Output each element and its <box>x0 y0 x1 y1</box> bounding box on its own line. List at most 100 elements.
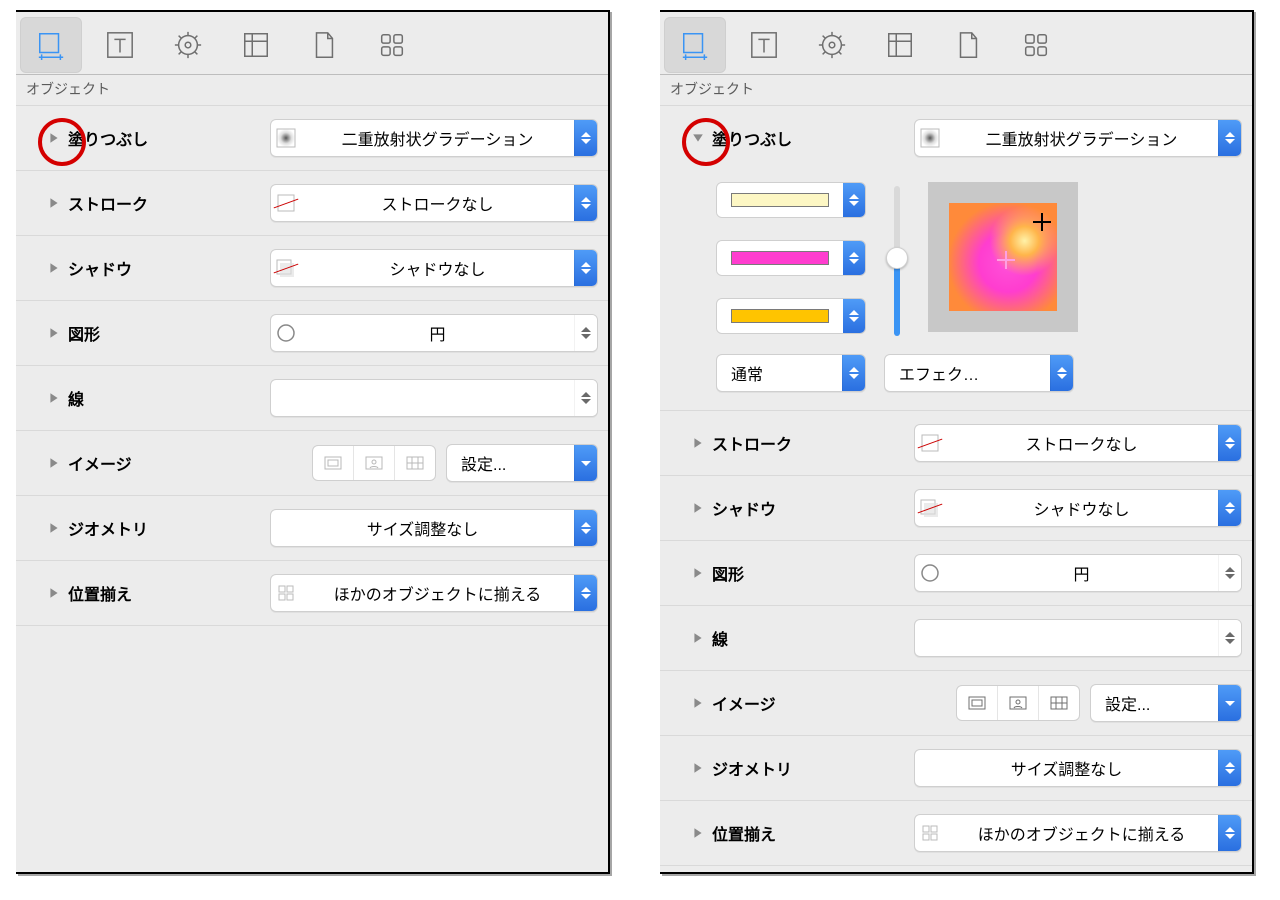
disclosure-fill[interactable] <box>46 130 62 146</box>
tab-document[interactable] <box>938 18 998 72</box>
stepper-icon <box>1218 490 1241 526</box>
radial-gradient-icon <box>915 128 945 148</box>
row-image: イメージ 設定... <box>660 671 1252 736</box>
disclosure-alignment[interactable] <box>690 825 706 841</box>
gradient-color-1[interactable] <box>716 182 866 218</box>
disclosure-line[interactable] <box>46 390 62 406</box>
label-stroke: ストローク <box>712 431 792 455</box>
tab-canvas[interactable] <box>870 18 930 72</box>
disclosure-alignment[interactable] <box>46 585 62 601</box>
gradient-preview-inner <box>949 203 1057 311</box>
tab-grid[interactable] <box>362 18 422 72</box>
stroke-popup[interactable]: ストロークなし <box>270 184 598 222</box>
seg-grid-icon[interactable] <box>395 446 435 480</box>
seg-natural-icon[interactable] <box>313 446 354 480</box>
stepper-icon <box>574 315 597 351</box>
row-fill: 塗りつぶし 二重放射状グラデーション <box>660 106 1252 170</box>
alignment-popup[interactable]: ほかのオブジェクトに揃える <box>270 574 598 612</box>
gradient-preview[interactable] <box>928 182 1078 332</box>
seg-natural-icon[interactable] <box>957 686 998 720</box>
tab-object[interactable] <box>664 17 726 73</box>
line-popup[interactable] <box>914 619 1242 657</box>
row-alignment: 位置揃え ほかのオブジェクトに揃える <box>16 561 608 626</box>
gradient-color-2[interactable] <box>716 240 866 276</box>
stepper-icon <box>1218 120 1241 156</box>
blend-mode-popup[interactable]: 通常 <box>716 354 866 392</box>
tab-text[interactable] <box>734 18 794 72</box>
tab-text[interactable] <box>90 18 150 72</box>
swatch-bar <box>731 193 829 207</box>
image-mask-segmented[interactable] <box>312 445 436 481</box>
label-line: 線 <box>68 386 84 410</box>
image-settings-popup[interactable]: 設定... <box>1090 684 1242 722</box>
gradient-handle-1[interactable] <box>1033 213 1051 231</box>
fill-expanded-area: 通常 エフェク… <box>660 170 1252 411</box>
tab-grid[interactable] <box>1006 18 1066 72</box>
shape-popup[interactable]: 円 <box>914 554 1242 592</box>
tab-canvas[interactable] <box>226 18 286 72</box>
seg-person-icon[interactable] <box>998 686 1039 720</box>
row-fill: 塗りつぶし 二重放射状グラデーション <box>16 106 608 171</box>
alignment-icon <box>915 823 945 843</box>
fill-popup[interactable]: 二重放射状グラデーション <box>270 119 598 157</box>
inspector-tabs <box>660 12 1252 75</box>
disclosure-geometry[interactable] <box>46 520 62 536</box>
seg-person-icon[interactable] <box>354 446 395 480</box>
line-popup[interactable] <box>270 379 598 417</box>
row-geometry: ジオメトリ サイズ調整なし <box>660 736 1252 801</box>
gradient-color-3[interactable] <box>716 298 866 334</box>
row-shape: 図形 円 <box>660 541 1252 606</box>
tab-properties[interactable] <box>158 18 218 72</box>
label-shape: 図形 <box>712 561 744 585</box>
circle-icon <box>271 323 301 343</box>
stepper-icon <box>574 575 597 611</box>
alignment-popup[interactable]: ほかのオブジェクトに揃える <box>914 814 1242 852</box>
disclosure-shadow[interactable] <box>690 500 706 516</box>
row-image: イメージ 設定... <box>16 431 608 496</box>
disclosure-fill-open[interactable] <box>690 130 706 146</box>
stepper-icon <box>1050 355 1073 391</box>
row-stroke: ストローク ストロークなし <box>16 171 608 236</box>
effect-popup[interactable]: エフェク… <box>884 354 1074 392</box>
slider-knob[interactable] <box>886 247 908 269</box>
disclosure-shape[interactable] <box>46 325 62 341</box>
tab-properties[interactable] <box>802 18 862 72</box>
shadow-popup[interactable]: シャドウなし <box>270 249 598 287</box>
label-image: イメージ <box>712 691 776 715</box>
disclosure-shape[interactable] <box>690 565 706 581</box>
gradient-handle-2[interactable] <box>997 251 1015 269</box>
tab-document[interactable] <box>294 18 354 72</box>
circle-icon <box>915 563 945 583</box>
stepper-icon <box>1218 750 1241 786</box>
disclosure-shadow[interactable] <box>46 260 62 276</box>
stepper-icon <box>574 120 597 156</box>
image-mask-segmented[interactable] <box>956 685 1080 721</box>
label-fill: 塗りつぶし <box>712 126 792 150</box>
label-shadow: シャドウ <box>68 256 132 280</box>
geometry-popup[interactable]: サイズ調整なし <box>270 509 598 547</box>
gradient-midpoint-slider[interactable] <box>886 186 908 336</box>
stepper-icon <box>843 241 865 275</box>
label-line: 線 <box>712 626 728 650</box>
disclosure-image[interactable] <box>46 455 62 471</box>
disclosure-stroke[interactable] <box>46 195 62 211</box>
chevron-down-icon <box>574 445 597 481</box>
row-shadow: シャドウ シャドウなし <box>660 476 1252 541</box>
geometry-popup[interactable]: サイズ調整なし <box>914 749 1242 787</box>
shape-popup[interactable]: 円 <box>270 314 598 352</box>
row-alignment: 位置揃え ほかのオブジェクトに揃える <box>660 801 1252 866</box>
disclosure-geometry[interactable] <box>690 760 706 776</box>
stroke-popup[interactable]: ストロークなし <box>914 424 1242 462</box>
disclosure-line[interactable] <box>690 630 706 646</box>
stepper-icon <box>1218 555 1241 591</box>
fill-popup[interactable]: 二重放射状グラデーション <box>914 119 1242 157</box>
section-header: オブジェクト <box>660 75 1252 106</box>
image-settings-popup[interactable]: 設定... <box>446 444 598 482</box>
stepper-icon <box>1218 620 1241 656</box>
disclosure-image[interactable] <box>690 695 706 711</box>
tab-object[interactable] <box>20 17 82 73</box>
seg-grid-icon[interactable] <box>1039 686 1079 720</box>
disclosure-stroke[interactable] <box>690 435 706 451</box>
shadow-popup[interactable]: シャドウなし <box>914 489 1242 527</box>
inspector-panel-expanded: オブジェクト 塗りつぶし 二重放射状グラデーション <box>660 10 1254 874</box>
